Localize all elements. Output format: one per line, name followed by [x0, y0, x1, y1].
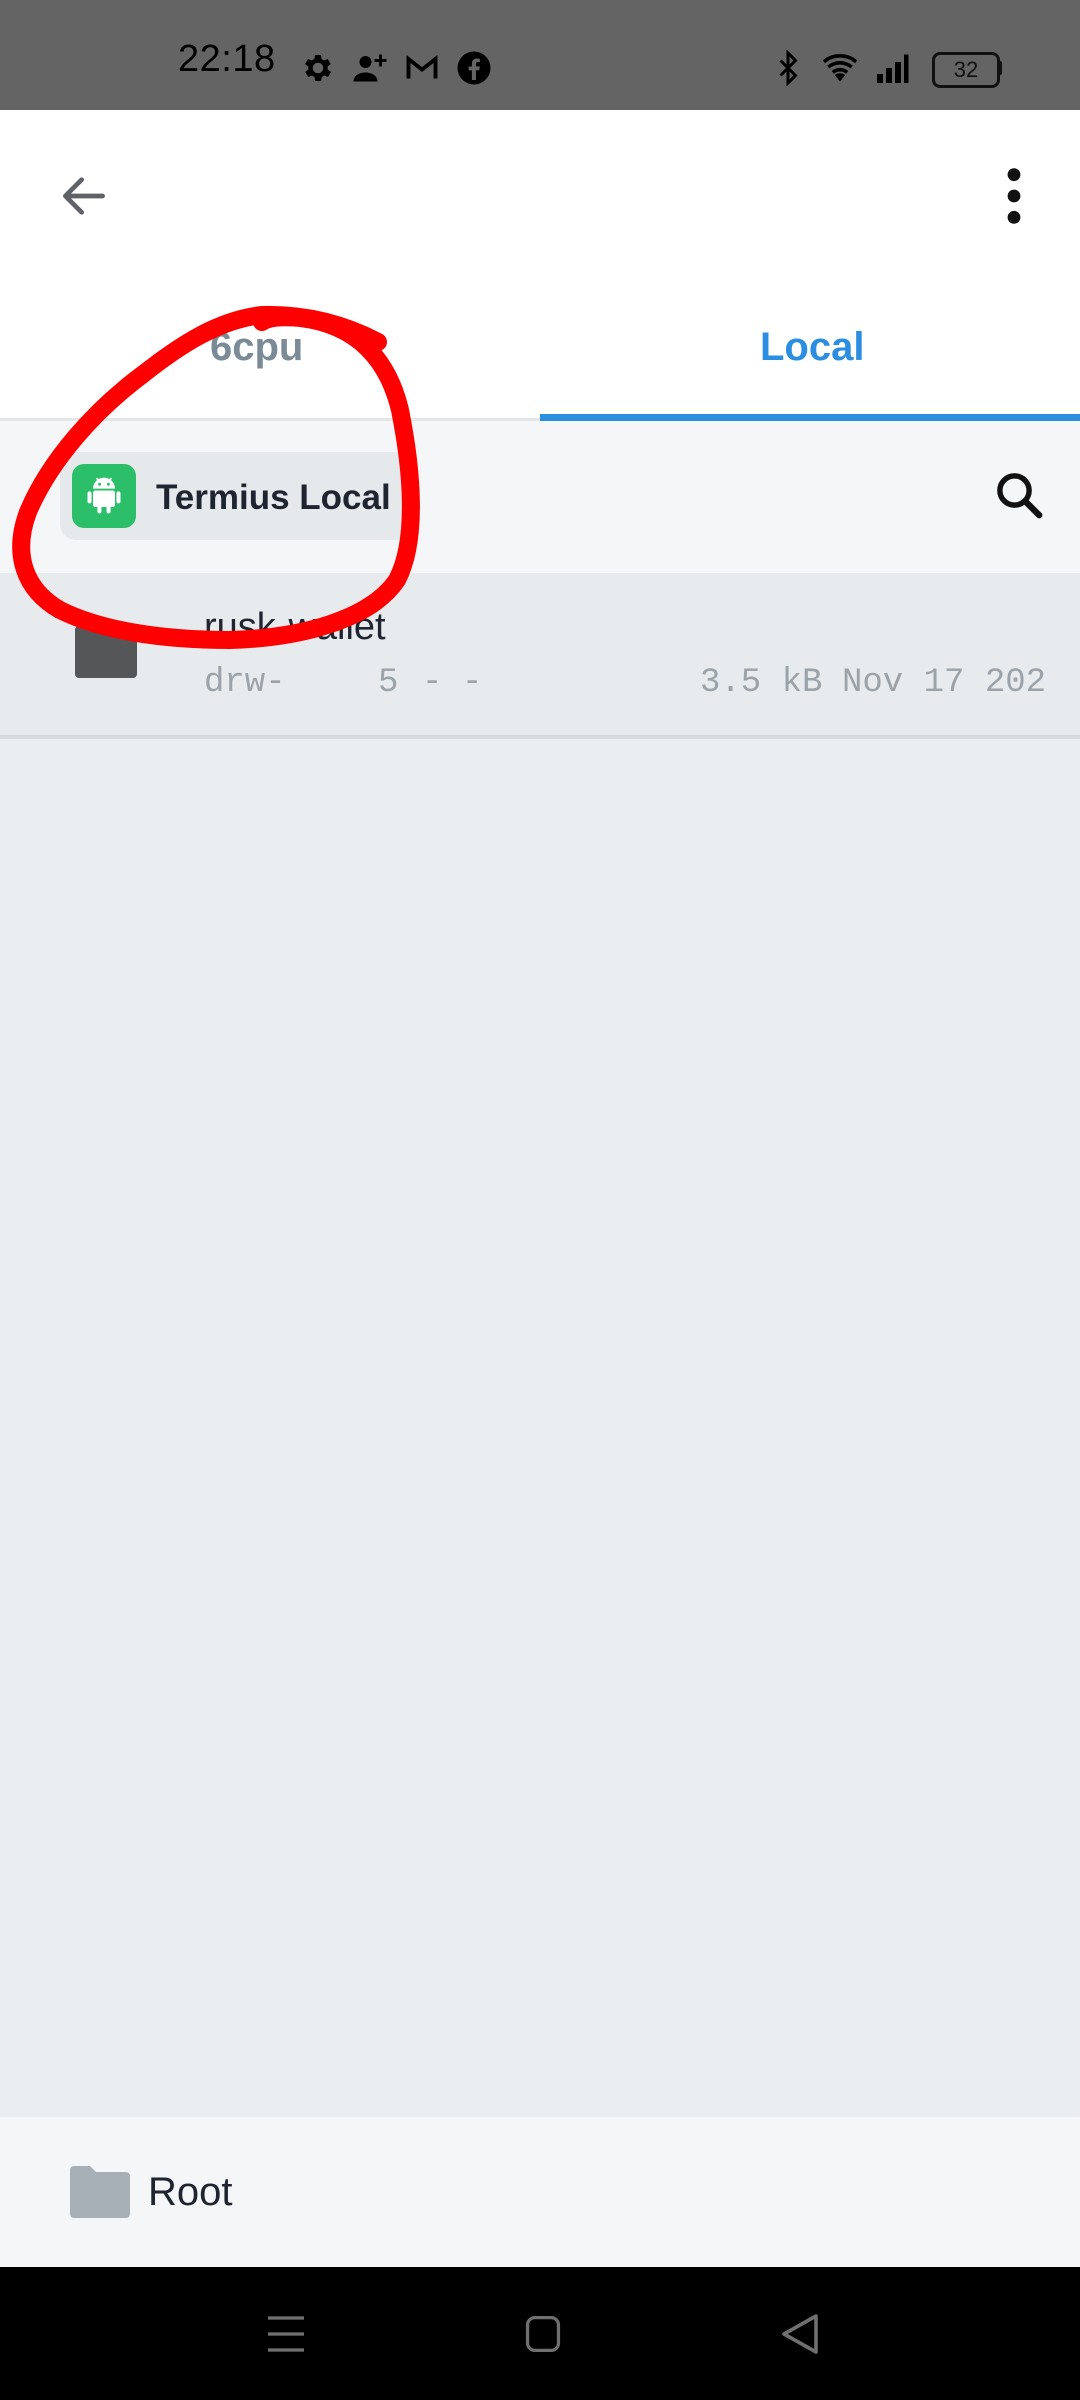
tab-active-indicator	[540, 414, 1080, 421]
file-size: 3.5 kB	[700, 664, 823, 702]
file-date: Nov 17 202	[842, 664, 1047, 702]
back-triangle-icon[interactable]	[780, 2312, 820, 2356]
file-group: -	[462, 664, 483, 702]
recents-icon[interactable]	[266, 2312, 306, 2356]
android-icon	[87, 477, 121, 514]
list-item[interactable]	[0, 573, 1080, 737]
breadcrumb-root[interactable]: Root	[148, 2170, 233, 2215]
bluetooth-icon	[779, 50, 798, 86]
folder-icon	[70, 2166, 130, 2218]
arrow-left-icon[interactable]	[56, 168, 112, 224]
file-permissions: drw-	[204, 664, 286, 702]
folder-icon	[75, 626, 137, 678]
person-add-icon	[353, 54, 387, 82]
battery-indicator: 32	[932, 52, 1000, 88]
home-icon[interactable]	[524, 2314, 562, 2354]
file-links: 5	[378, 664, 399, 702]
tab-6cpu[interactable]: 6cpu	[210, 325, 303, 370]
facebook-icon	[457, 51, 491, 85]
more-vert-icon[interactable]	[990, 164, 1038, 228]
file-name: rusk-wallet	[204, 606, 386, 648]
wifi-icon	[822, 54, 858, 82]
app-bar	[0, 110, 1080, 420]
tab-local[interactable]: Local	[760, 325, 864, 370]
status-bar	[0, 0, 1080, 110]
signal-icon	[877, 54, 909, 83]
gear-icon	[305, 54, 332, 82]
battery-tip	[998, 61, 1002, 75]
android-icon-container	[72, 464, 136, 528]
file-owner: -	[422, 664, 443, 702]
location-chip-label: Termius Local	[156, 478, 391, 517]
list-divider	[0, 735, 1080, 739]
status-time: 22:18	[178, 38, 276, 80]
gmail-icon	[406, 55, 438, 79]
search-icon[interactable]	[992, 468, 1046, 522]
